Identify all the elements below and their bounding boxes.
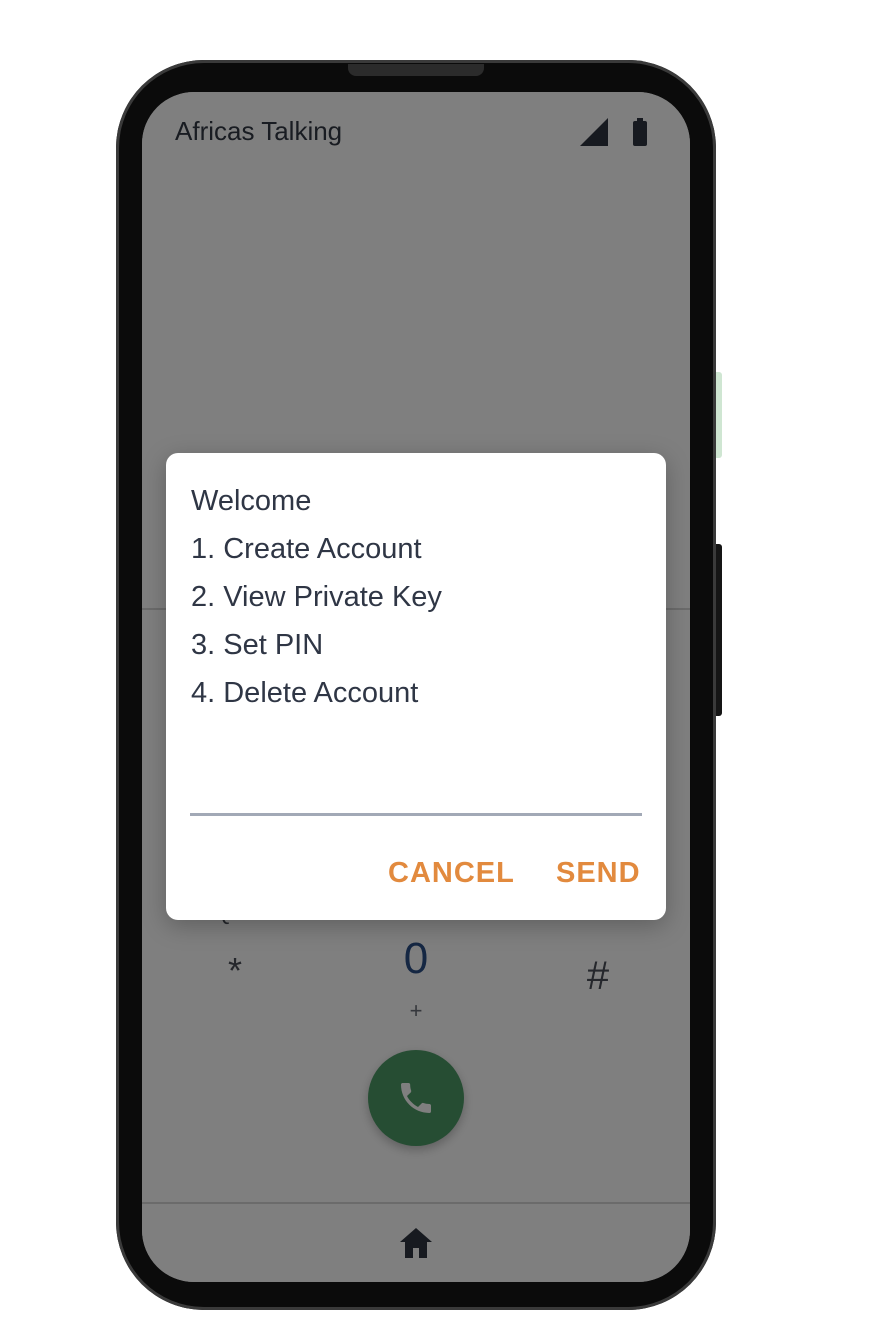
ussd-message-line: 1. Create Account xyxy=(191,533,422,565)
ussd-message-line: 2. View Private Key xyxy=(191,581,442,613)
send-button[interactable]: SEND xyxy=(556,857,641,890)
earpiece-speaker xyxy=(348,64,484,76)
ussd-response-input[interactable] xyxy=(190,771,646,813)
ussd-message-line: Welcome xyxy=(191,485,312,517)
ussd-message-line: 4. Delete Account xyxy=(191,677,419,709)
power-button xyxy=(716,544,722,716)
ussd-message-line: 3. Set PIN xyxy=(191,629,324,661)
ussd-dialog: Welcome 1. Create Account 2. View Privat… xyxy=(166,453,666,920)
input-underline xyxy=(190,813,642,816)
volume-button xyxy=(716,372,722,458)
cancel-button[interactable]: CANCEL xyxy=(388,857,515,890)
